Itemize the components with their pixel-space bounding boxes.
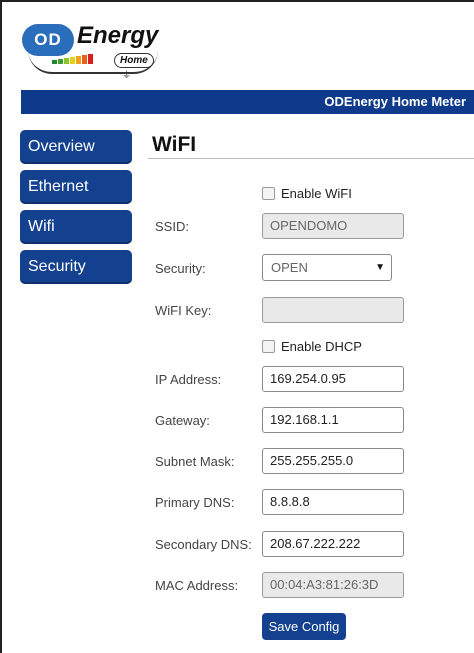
logo-energy-bars-icon bbox=[52, 54, 93, 64]
ssid-field[interactable]: OPENDOMO bbox=[262, 213, 404, 239]
sidebar-item-wifi[interactable]: Wifi bbox=[20, 210, 132, 244]
mac-address-label: MAC Address: bbox=[155, 578, 239, 593]
brand-logo: OD Energy Home ⏚ bbox=[22, 20, 162, 80]
enable-wifi-checkbox[interactable]: Enable WiFI bbox=[262, 186, 352, 201]
enable-dhcp-label: Enable DHCP bbox=[281, 339, 362, 354]
save-config-button[interactable]: Save Config bbox=[262, 613, 346, 640]
sidebar-item-ethernet[interactable]: Ethernet bbox=[20, 170, 132, 204]
ip-address-field[interactable]: 169.254.0.95 bbox=[262, 366, 404, 392]
primary-dns-field[interactable]: 8.8.8.8 bbox=[262, 489, 404, 515]
primary-dns-label: Primary DNS: bbox=[155, 495, 235, 510]
gateway-label: Gateway: bbox=[155, 413, 210, 428]
header-banner: ODEnergy Home Meter bbox=[21, 90, 474, 114]
logo-home-text: Home bbox=[114, 53, 154, 68]
checkbox-icon[interactable] bbox=[262, 340, 275, 353]
gateway-field[interactable]: 192.168.1.1 bbox=[262, 407, 404, 433]
sidebar-nav: Overview Ethernet Wifi Security bbox=[20, 130, 132, 290]
security-select[interactable]: OPEN ▼ bbox=[262, 254, 392, 281]
logo-od-text: OD bbox=[34, 30, 62, 49]
mac-address-field[interactable]: 00:04:A3:81:26:3D bbox=[262, 572, 404, 598]
chevron-down-icon: ▼ bbox=[375, 262, 385, 273]
ssid-label: SSID: bbox=[155, 219, 189, 234]
secondary-dns-label: Secondary DNS: bbox=[155, 537, 252, 552]
subnet-mask-label: Subnet Mask: bbox=[155, 454, 235, 469]
logo-od-badge: OD bbox=[22, 24, 74, 56]
security-label: Security: bbox=[155, 261, 206, 276]
sidebar-item-security[interactable]: Security bbox=[20, 250, 132, 284]
logo-brand-text: Energy bbox=[77, 22, 159, 49]
checkbox-icon[interactable] bbox=[262, 187, 275, 200]
ip-address-label: IP Address: bbox=[155, 372, 222, 387]
page-title: WiFI bbox=[152, 133, 197, 156]
wifi-key-field[interactable] bbox=[262, 297, 404, 323]
enable-dhcp-checkbox[interactable]: Enable DHCP bbox=[262, 339, 362, 354]
plug-icon: ⏚ bbox=[122, 70, 132, 80]
sidebar-item-overview[interactable]: Overview bbox=[20, 130, 132, 164]
subnet-mask-field[interactable]: 255.255.255.0 bbox=[262, 448, 404, 474]
security-selected-value: OPEN bbox=[271, 260, 308, 275]
wifi-key-label: WiFI Key: bbox=[155, 303, 212, 318]
enable-wifi-label: Enable WiFI bbox=[281, 186, 352, 201]
title-divider bbox=[148, 158, 474, 159]
secondary-dns-field[interactable]: 208.67.222.222 bbox=[262, 531, 404, 557]
